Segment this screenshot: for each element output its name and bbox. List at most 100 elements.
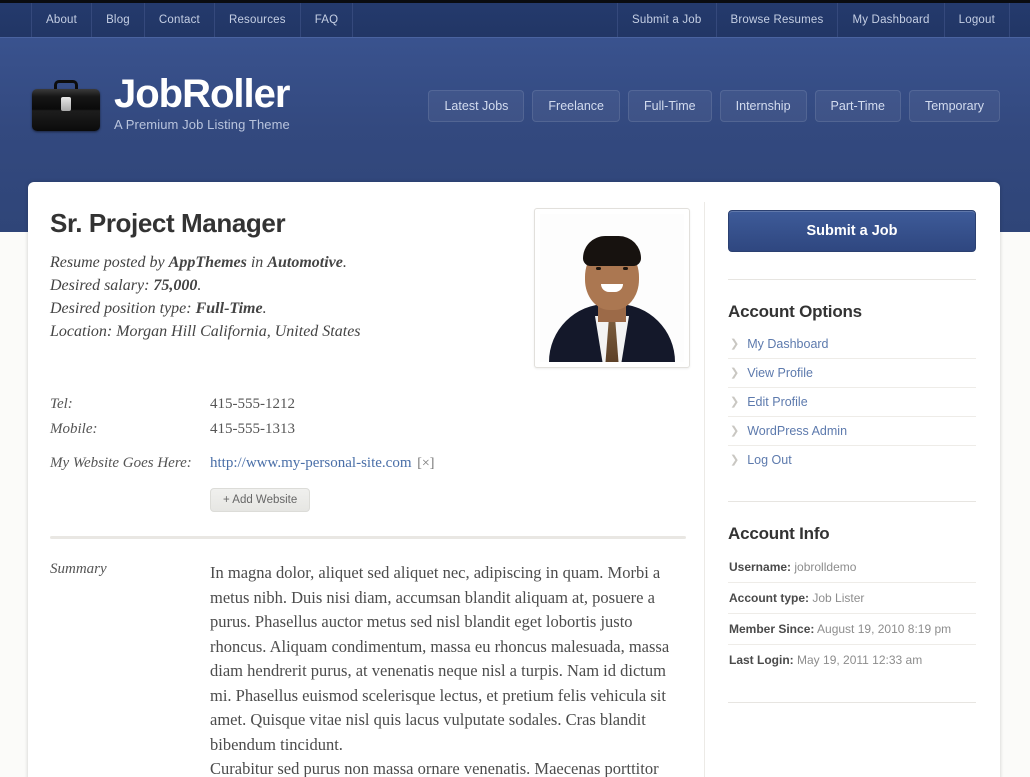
website-link[interactable]: http://www.my-personal-site.com [210,455,412,471]
info-row-last-login: Last Login: May 19, 2011 12:33 am [728,644,976,675]
meta-posted-suffix: . [342,254,347,271]
list-item: ❯ View Profile [728,358,976,387]
topbar-link-blog[interactable]: Blog [92,3,145,37]
meta-location: Location: Morgan Hill California, United… [50,320,522,343]
summary-body: In magna dolor, aliquet sed aliquet nec,… [210,561,690,777]
nav-part-time[interactable]: Part-Time [814,90,901,122]
portrait-illustration [540,214,684,362]
meta-position-suffix: . [262,300,267,317]
nav-latest-jobs[interactable]: Latest Jobs [428,90,525,122]
sidebar-item-my-dashboard[interactable]: ❯ My Dashboard [728,330,976,358]
contact-details: Tel: 415-555-1212 Mobile: 415-555-1313 M… [50,394,704,512]
info-value-account-type: Job Lister [812,591,865,605]
meta-position-type: Desired position type: Full-Time. [50,297,522,320]
nav-temporary[interactable]: Temporary [908,90,1000,122]
meta-category: Automotive [267,254,343,271]
topbar-link-submit-a-job[interactable]: Submit a Job [616,3,717,37]
summary-section: Summary In magna dolor, aliquet sed aliq… [50,561,704,777]
list-item: ❯ Edit Profile [728,387,976,416]
meta-salary: Desired salary: 75,000. [50,274,522,297]
nav-freelance[interactable]: Freelance [532,90,621,122]
meta-position-value: Full-Time [195,300,263,317]
topbar-link-browse-resumes[interactable]: Browse Resumes [717,3,839,37]
chevron-right-icon: ❯ [730,337,740,350]
sidebar-item-label: My Dashboard [747,337,829,351]
chevron-right-icon: ❯ [730,424,740,437]
content-card: Sr. Project Manager Resume posted by App… [28,182,1000,777]
top-utility-bar: About Blog Contact Resources FAQ Submit … [0,3,1030,38]
meta-salary-suffix: . [197,277,202,294]
candidate-photo-frame [534,208,690,368]
sidebar-item-label: WordPress Admin [747,424,848,438]
chevron-right-icon: ❯ [730,395,740,408]
sidebar-divider-2 [728,501,976,502]
meta-posted-in: in [246,254,268,271]
list-item: ❯ Log Out [728,445,976,474]
meta-salary-label: Desired salary: [50,277,154,294]
sidebar-item-wordpress-admin[interactable]: ❯ WordPress Admin [728,417,976,445]
branding-row: JobRoller A Premium Job Listing Theme La… [0,38,1030,168]
meta-position-label: Desired position type: [50,300,196,317]
topbar-link-about[interactable]: About [31,3,93,37]
topbar-link-contact[interactable]: Contact [145,3,215,37]
account-options-heading: Account Options [728,302,862,321]
meta-author: AppThemes [168,254,247,271]
account-info-list: Username: jobrolldemo Account type: Job … [728,552,976,675]
topbar-link-faq[interactable]: FAQ [301,3,354,37]
resume-header: Sr. Project Manager Resume posted by App… [50,208,704,368]
topbar-link-logout[interactable]: Logout [945,3,1010,37]
resume-meta: Resume posted by AppThemes in Automotive… [50,251,522,343]
summary-paragraph-1: In magna dolor, aliquet sed aliquet nec,… [210,563,670,754]
sidebar: Submit a Job Account Options ❯ My Dashbo… [704,182,1000,777]
site-title: JobRoller [114,72,290,116]
list-item: ❯ WordPress Admin [728,416,976,445]
topbar-link-my-dashboard[interactable]: My Dashboard [838,3,945,37]
nav-full-time[interactable]: Full-Time [628,90,712,122]
meta-posted-by: Resume posted by AppThemes in Automotive… [50,251,522,274]
brand-text: JobRoller A Premium Job Listing Theme [114,74,290,132]
contact-row-tel: Tel: 415-555-1212 [50,394,704,414]
sidebar-item-edit-profile[interactable]: ❯ Edit Profile [728,388,976,416]
account-info-heading: Account Info [728,524,830,543]
page-title: Sr. Project Manager [50,208,286,238]
info-label-last-login: Last Login: [729,653,794,667]
contact-label-website: My Website Goes Here: [50,455,192,471]
resume-header-text: Sr. Project Manager Resume posted by App… [50,208,534,368]
info-row-member-since: Member Since: August 19, 2010 8:19 pm [728,613,976,644]
add-website-button[interactable]: + Add Website [210,488,311,512]
info-row-account-type: Account type: Job Lister [728,582,976,613]
contact-row-website: My Website Goes Here: http://www.my-pers… [50,453,704,474]
contact-value-mobile: 415-555-1313 [210,421,295,437]
nav-internship[interactable]: Internship [719,90,807,122]
candidate-photo [540,214,684,362]
sidebar-item-view-profile[interactable]: ❯ View Profile [728,359,976,387]
sidebar-divider-3 [728,702,976,703]
sidebar-item-log-out[interactable]: ❯ Log Out [728,446,976,474]
summary-paragraph-2: Curabitur sed purus non massa ornare ven… [210,759,659,777]
summary-label: Summary [50,561,107,577]
sidebar-item-label: Log Out [747,453,792,467]
contact-value-website: http://www.my-personal-site.com [×] [210,453,434,474]
contact-label-tel: Tel: [50,396,73,412]
chevron-right-icon: ❯ [730,453,740,466]
site-tagline: A Premium Job Listing Theme [114,117,290,132]
meta-posted-prefix: Resume posted by [50,254,169,271]
submit-a-job-button[interactable]: Submit a Job [728,210,976,252]
remove-website-icon[interactable]: [×] [417,456,434,471]
meta-salary-value: 75,000 [153,277,198,294]
main-nav: Latest Jobs Freelance Full-Time Internsh… [428,90,1000,122]
info-value-member-since: August 19, 2010 8:19 pm [817,622,952,636]
info-value-username: jobrolldemo [794,560,857,574]
list-item: ❯ My Dashboard [728,330,976,358]
sidebar-item-label: View Profile [747,366,813,380]
sidebar-divider-1 [728,279,976,280]
site-logo-link[interactable]: JobRoller A Premium Job Listing Theme [32,74,290,132]
contact-row-mobile: Mobile: 415-555-1313 [50,419,704,439]
topbar-link-resources[interactable]: Resources [215,3,301,37]
info-row-username: Username: jobrolldemo [728,552,976,582]
info-value-last-login: May 19, 2011 12:33 am [797,653,923,667]
section-divider [50,536,686,539]
meta-location-value: Morgan Hill California, United States [116,323,361,340]
meta-location-label: Location: [50,323,117,340]
chevron-right-icon: ❯ [730,366,740,379]
